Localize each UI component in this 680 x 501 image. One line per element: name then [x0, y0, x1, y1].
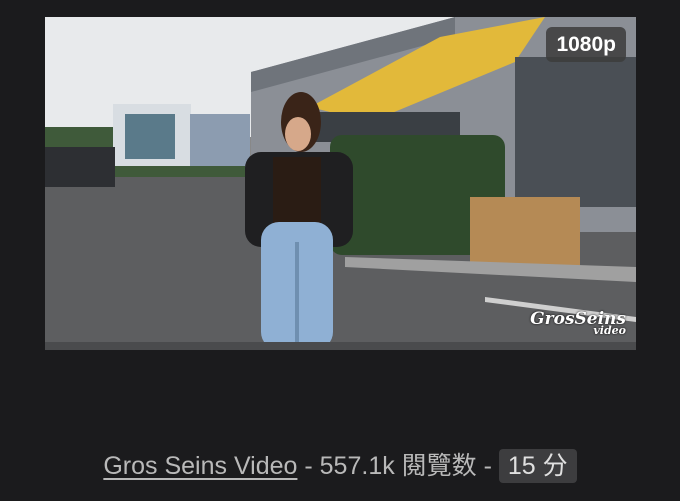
meta-separator: -: [476, 452, 499, 480]
thumbnail-scene: [45, 17, 636, 350]
channel-link[interactable]: Gros Seins Video: [103, 452, 297, 480]
quality-badge: 1080p: [546, 27, 626, 62]
video-meta: Gros Seins Video - 557.1k 閱覽数 - 15 分: [0, 448, 680, 484]
video-thumbnail[interactable]: 1080p GrosSeins video: [45, 17, 636, 350]
meta-separator: -: [297, 452, 320, 480]
view-count: 557.1k 閱覽数: [319, 452, 477, 480]
duration-badge: 15 分: [498, 449, 577, 483]
watermark-logo: GrosSeins video: [530, 311, 626, 337]
